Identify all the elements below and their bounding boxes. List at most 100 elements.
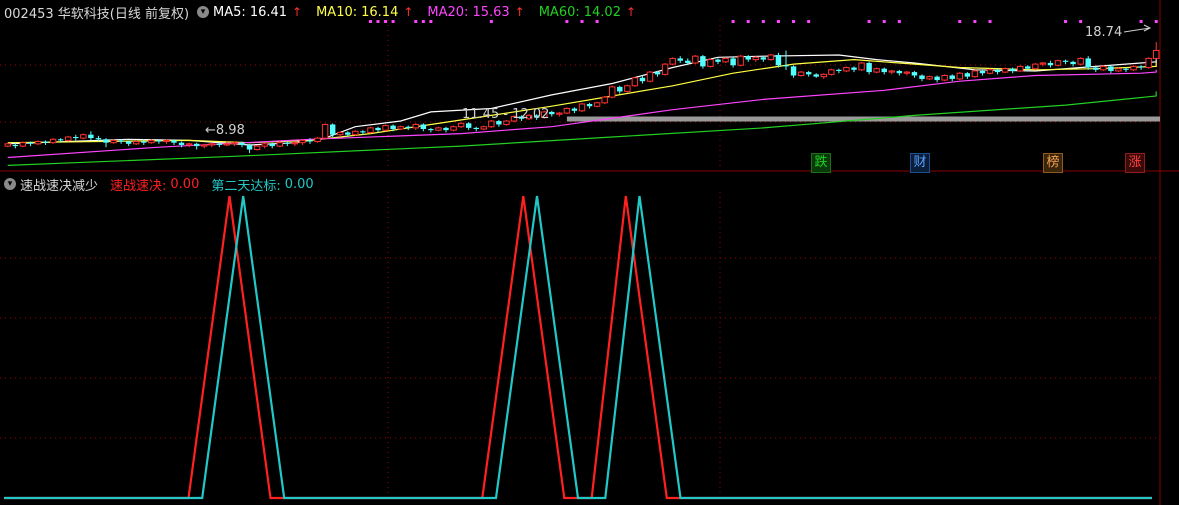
high-pointer	[1123, 24, 1152, 33]
main-header: 002453 华软科技(日线 前复权) ▾ MA5: 16.41 ↑ MA10: …	[0, 2, 640, 22]
marker-dot-25	[1139, 20, 1143, 23]
candle-body-41	[314, 137, 321, 143]
high-annotation: 18.74	[1085, 25, 1123, 40]
indicator-header: ▾ 速战速决减少 速战速决: 0.00 第二天达标: 0.00	[0, 174, 318, 194]
candle-body-48	[367, 127, 374, 133]
candle-body-23	[178, 142, 185, 145]
candle-body-25	[193, 143, 200, 147]
candle-body-63	[480, 126, 487, 130]
ma60-value: 14.02	[583, 4, 621, 20]
candle-body-90	[685, 60, 691, 63]
candle-body-52	[397, 126, 404, 130]
candle-body-60	[457, 122, 465, 128]
candle-body-125	[949, 75, 955, 79]
marker-dot-12	[746, 20, 750, 23]
candle-body-126	[956, 72, 963, 80]
candle-body-79	[601, 96, 608, 104]
candle-body-86	[654, 72, 661, 75]
ma60-label: MA60:	[538, 4, 580, 20]
candle-body-135	[1025, 66, 1031, 69]
line2-value: 0.00	[284, 176, 314, 192]
marker-dot-13	[761, 20, 765, 23]
candle-body-11	[88, 134, 94, 139]
badge-fall-text: 跌	[814, 155, 828, 170]
candle-body-87	[661, 63, 669, 75]
candle-body-120	[911, 72, 918, 76]
candle-body-59	[450, 126, 457, 131]
candle-body-140	[1062, 60, 1069, 62]
badge-rise-text: 涨	[1128, 155, 1142, 170]
candle-body-75	[571, 108, 578, 111]
badge-list-text: 榜	[1046, 155, 1060, 170]
candle-body-74	[563, 108, 571, 114]
marker-dot-24	[1079, 20, 1083, 23]
candle-body-98	[745, 56, 751, 60]
candle-body-26	[201, 144, 208, 147]
candle-body-88	[669, 57, 676, 65]
candle-body-80	[609, 86, 616, 98]
badge-finance[interactable]: 财	[910, 153, 930, 173]
badge-rise[interactable]: 涨	[1125, 153, 1145, 173]
candle-body-38	[291, 142, 299, 145]
dropdown-icon[interactable]: ▾	[197, 6, 210, 18]
line1-value: 0.00	[170, 176, 200, 192]
candle-body-77	[586, 103, 593, 107]
candle-body-43	[329, 124, 336, 135]
line1-label: 速战速决:	[110, 178, 167, 194]
candle-body-104	[790, 66, 797, 76]
candle-body-1	[12, 144, 19, 147]
ma5-label: MA5:	[213, 4, 246, 20]
candle-body-47	[360, 131, 366, 133]
candle-body-128	[971, 70, 979, 78]
candle-body-114	[866, 62, 872, 73]
candle-body-121	[919, 75, 925, 79]
candle-body-134	[1017, 65, 1024, 72]
candle-body-124	[941, 75, 948, 81]
ma10-value: 16.14	[361, 4, 399, 20]
candle-body-109	[828, 69, 835, 75]
marker-dot-22	[988, 20, 992, 23]
candle-body-129	[979, 70, 986, 74]
marker-dot-11	[731, 20, 735, 23]
chart-stage: 002453 华软科技(日线 前复权) ▾ MA5: 16.41 ↑ MA10: …	[0, 0, 1179, 505]
candle-body-95	[722, 57, 729, 63]
candle-body-112	[851, 67, 857, 70]
ma60-up-arrow-icon: ↑	[625, 5, 637, 19]
marker-dot-19	[897, 20, 901, 23]
badge-finance-text: 财	[913, 155, 927, 170]
badge-list[interactable]: 榜	[1043, 153, 1063, 173]
candle-body-6	[49, 138, 57, 144]
candle-body-17	[133, 141, 140, 145]
candle-body-49	[375, 127, 381, 131]
candle-body-131	[994, 69, 1001, 73]
ma10-up-arrow-icon: ↑	[403, 5, 414, 19]
marker-dot-14	[776, 20, 780, 23]
candle-body-34	[261, 143, 268, 147]
candle-body-123	[934, 76, 940, 81]
candle-body-37	[284, 142, 291, 144]
low-arrow-icon: ←	[205, 123, 216, 138]
candle-body-7	[57, 139, 64, 141]
candle-body-139	[1054, 60, 1062, 66]
candle-body-83	[631, 77, 639, 87]
candle-body-82	[624, 85, 631, 92]
low-label: 8.98	[215, 123, 245, 138]
candle-body-54	[412, 123, 419, 129]
candle-body-62	[473, 127, 479, 130]
candle-body-117	[888, 70, 895, 73]
candle-body-21	[163, 139, 170, 143]
indicator-dropdown-icon[interactable]: ▾	[4, 178, 16, 190]
candle-body-42	[321, 123, 329, 139]
candle-body-78	[593, 102, 601, 107]
candle-body-151	[1145, 57, 1152, 69]
ma20-up-arrow-icon: ↑	[514, 5, 525, 19]
candle-body-22	[171, 140, 177, 143]
candle-body-119	[903, 71, 911, 74]
candle-body-94	[715, 59, 721, 62]
candle-body-27	[208, 143, 215, 146]
candle-body-133	[1009, 68, 1016, 71]
candle-body-144	[1093, 67, 1099, 70]
candle-body-142	[1077, 57, 1084, 65]
badge-fall[interactable]: 跌	[811, 153, 831, 173]
chart-svg	[0, 0, 1179, 505]
